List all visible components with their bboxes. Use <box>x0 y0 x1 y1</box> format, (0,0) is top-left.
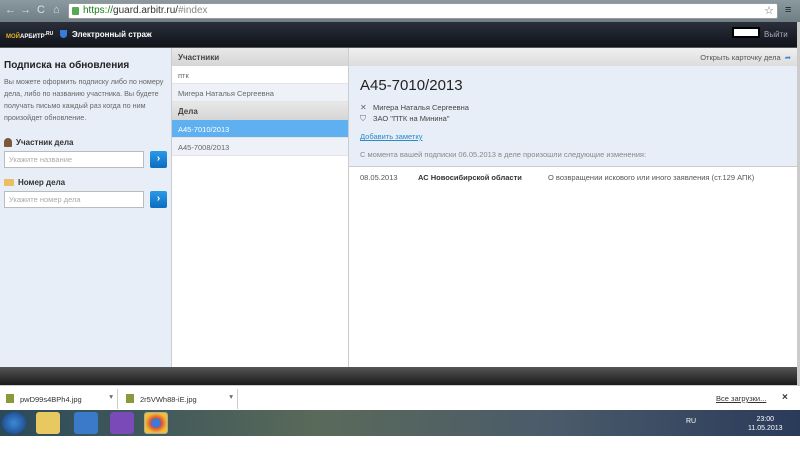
cases-header: Дела <box>172 102 348 120</box>
changes-intro: С момента вашей подписки 06.05.2013 в де… <box>360 150 647 159</box>
logout-link[interactable]: Выйти <box>764 30 788 39</box>
party-defendant: ЗАО "ПТК на Минина" <box>373 114 450 123</box>
close-icon[interactable]: × <box>782 392 788 403</box>
clock-date: 11.05.2013 <box>748 425 783 432</box>
logo-part: .RU <box>44 31 54 37</box>
forward-icon[interactable]: → <box>20 4 31 16</box>
clock[interactable]: 23:00 11.05.2013 <box>748 415 783 433</box>
browser-toolbar: ← → C ⌂ https://guard.arbitr.ru/#index ☆… <box>0 0 800 22</box>
open-card-label: Открыть карточку дела <box>700 53 781 62</box>
chevron-down-icon[interactable]: ▾ <box>109 392 113 401</box>
download-item[interactable]: pwD99s4BPh4.jpg ▾ <box>2 389 118 409</box>
user-name-box <box>732 27 760 38</box>
case-number-input[interactable]: Укажите номер дела <box>4 191 144 208</box>
party-plaintiff: Мигера Наталья Сергеевна <box>373 103 469 112</box>
image-file-icon <box>6 394 14 403</box>
case-details: Открыть карточку дела ➦ А45-7010/2013 ✕ Ми… <box>349 48 797 367</box>
event-date: 08.05.2013 <box>360 173 398 182</box>
case-number-title: А45-7010/2013 <box>360 77 463 94</box>
user-icon <box>4 138 12 147</box>
event-row: 08.05.2013 АС Новосибирской области О во… <box>349 167 797 188</box>
address-bar[interactable]: https://guard.arbitr.ru/#index ☆ <box>68 3 778 19</box>
panel-title: Подписка на обновления <box>4 60 130 71</box>
event-text: О возвращении искового или иного заявлен… <box>548 173 755 182</box>
service-label: Электронный страж <box>72 30 152 39</box>
image-file-icon <box>126 394 134 403</box>
clock-time: 23:00 <box>756 416 775 423</box>
chevron-down-icon[interactable]: ▾ <box>229 392 233 401</box>
url-scheme: https:// <box>83 5 114 16</box>
shield-icon <box>60 30 67 38</box>
url-hash: #index <box>178 5 208 16</box>
download-filename: pwD99s4BPh4.jpg <box>20 395 82 404</box>
participant-item[interactable]: птк <box>172 66 348 84</box>
logo-part: АРБИТР <box>19 34 45 40</box>
app-header: МОЙАРБИТР.RU Электронный страж Выйти <box>0 22 797 48</box>
add-note-link[interactable]: Добавить заметку <box>360 132 786 141</box>
back-icon[interactable]: ← <box>5 4 16 16</box>
logo[interactable]: МОЙАРБИТР.RU <box>6 31 53 40</box>
swords-icon: ✕ <box>360 102 367 112</box>
download-item[interactable]: 2r5VWh88-iE.jpg ▾ <box>122 389 238 409</box>
participant-submit-button[interactable]: › <box>150 151 167 168</box>
participant-input[interactable]: Укажите название <box>4 151 144 168</box>
participants-header: Участники <box>172 48 348 66</box>
chrome-icon[interactable] <box>144 412 168 434</box>
visual-studio-icon[interactable] <box>110 412 134 434</box>
subscriptions-list: Участники птк Мигера Наталья Сергеевна Д… <box>172 48 349 367</box>
logo-part: МОЙ <box>6 34 20 40</box>
shield-icon: ⛉ <box>360 113 366 123</box>
case-item[interactable]: А45-7008/2013 <box>172 138 348 156</box>
lock-icon <box>72 7 79 15</box>
menu-icon[interactable]: ≡ <box>785 4 791 16</box>
downloads-bar: pwD99s4BPh4.jpg ▾ 2r5VWh88-iE.jpg ▾ <box>0 385 800 410</box>
url-host: guard.arbitr.ru/ <box>113 5 179 16</box>
arrow-right-icon: ➦ <box>784 53 791 62</box>
case-number-submit-button[interactable]: › <box>150 191 167 208</box>
footer-bar <box>0 367 797 385</box>
subscription-panel: Подписка на обновления Вы можете оформит… <box>0 48 172 367</box>
event-court: АС Новосибирской области <box>418 173 522 182</box>
media-player-icon[interactable] <box>74 412 98 434</box>
participant-item[interactable]: Мигера Наталья Сергеевна <box>172 84 348 102</box>
reload-icon[interactable]: C <box>37 4 45 16</box>
case-number-label: Номер дела <box>18 178 66 187</box>
star-icon[interactable]: ☆ <box>764 4 774 18</box>
home-icon[interactable]: ⌂ <box>53 4 60 16</box>
explorer-icon[interactable] <box>36 412 60 434</box>
case-item-selected[interactable]: А45-7010/2013 <box>172 120 348 138</box>
folder-icon <box>4 179 14 186</box>
start-button[interactable] <box>2 412 26 434</box>
download-filename: 2r5VWh88-iE.jpg <box>140 395 197 404</box>
service-link[interactable]: Электронный страж <box>60 30 152 39</box>
taskbar <box>0 410 800 436</box>
language-indicator[interactable]: RU <box>686 418 696 425</box>
panel-description: Вы можете оформить подписку либо по номе… <box>4 77 164 122</box>
participant-label: Участник дела <box>16 138 74 147</box>
all-downloads-link[interactable]: Все загрузки... <box>716 394 766 403</box>
open-card-link[interactable]: Открыть карточку дела ➦ <box>349 48 797 66</box>
